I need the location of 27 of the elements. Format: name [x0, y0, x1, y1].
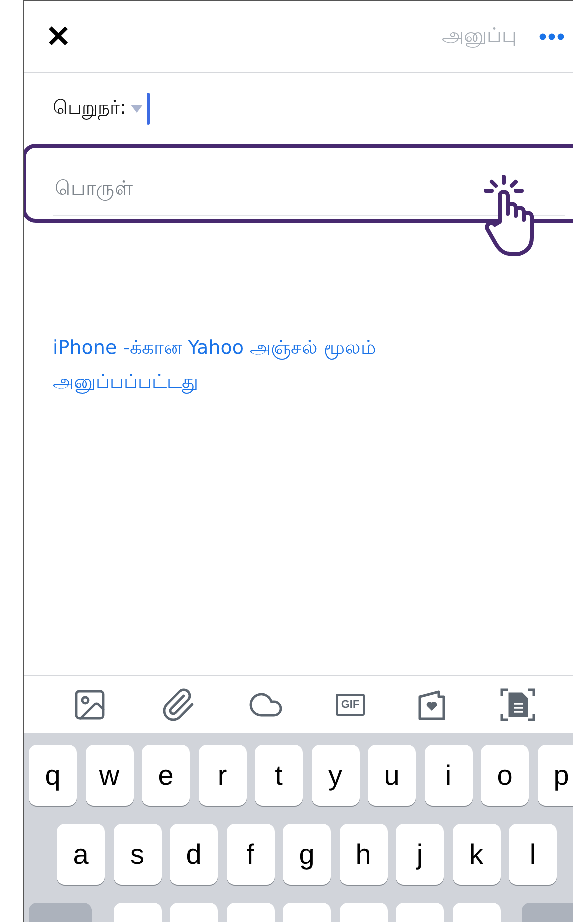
keyboard-key[interactable]: o	[481, 745, 529, 806]
keyboard-key[interactable]: l	[509, 824, 557, 885]
gif-button[interactable]: GIF	[336, 694, 365, 716]
keyboard-key[interactable]: g	[283, 824, 331, 885]
keyboard-key[interactable]: e	[142, 745, 190, 806]
keyboard-key[interactable]: u	[368, 745, 416, 806]
keyboard-key[interactable]: s	[114, 824, 162, 885]
keyboard-key[interactable]: w	[86, 745, 134, 806]
keyboard-key[interactable]: i	[424, 745, 472, 806]
more-icon[interactable]	[539, 32, 565, 40]
keyboard-key[interactable]: d	[170, 824, 218, 885]
keyboard-key[interactable]: y	[312, 745, 360, 806]
keyboard-key[interactable]: r	[198, 745, 246, 806]
keyboard-key[interactable]: k	[452, 824, 500, 885]
card-heart-icon[interactable]	[416, 688, 447, 720]
text-cursor	[147, 92, 150, 124]
keyboard-key[interactable]: a	[57, 824, 105, 885]
keyboard-key[interactable]: f	[226, 824, 274, 885]
signature-text: iPhone -க்கான Yahoo அஞ்சல் மூலம் அனுப்பப்பட்டது	[53, 336, 378, 396]
keyboard-key[interactable]: p	[538, 745, 573, 806]
keyboard-key[interactable]: j	[396, 824, 444, 885]
close-button[interactable]: ✕	[42, 18, 75, 54]
recipient-label: பெறுநர்:	[53, 96, 126, 120]
keyboard-key[interactable]: q	[29, 745, 77, 806]
dropdown-triangle-icon[interactable]	[131, 104, 144, 112]
keyboard-key[interactable]: t	[255, 745, 303, 806]
keyboard-key[interactable]: h	[340, 824, 388, 885]
